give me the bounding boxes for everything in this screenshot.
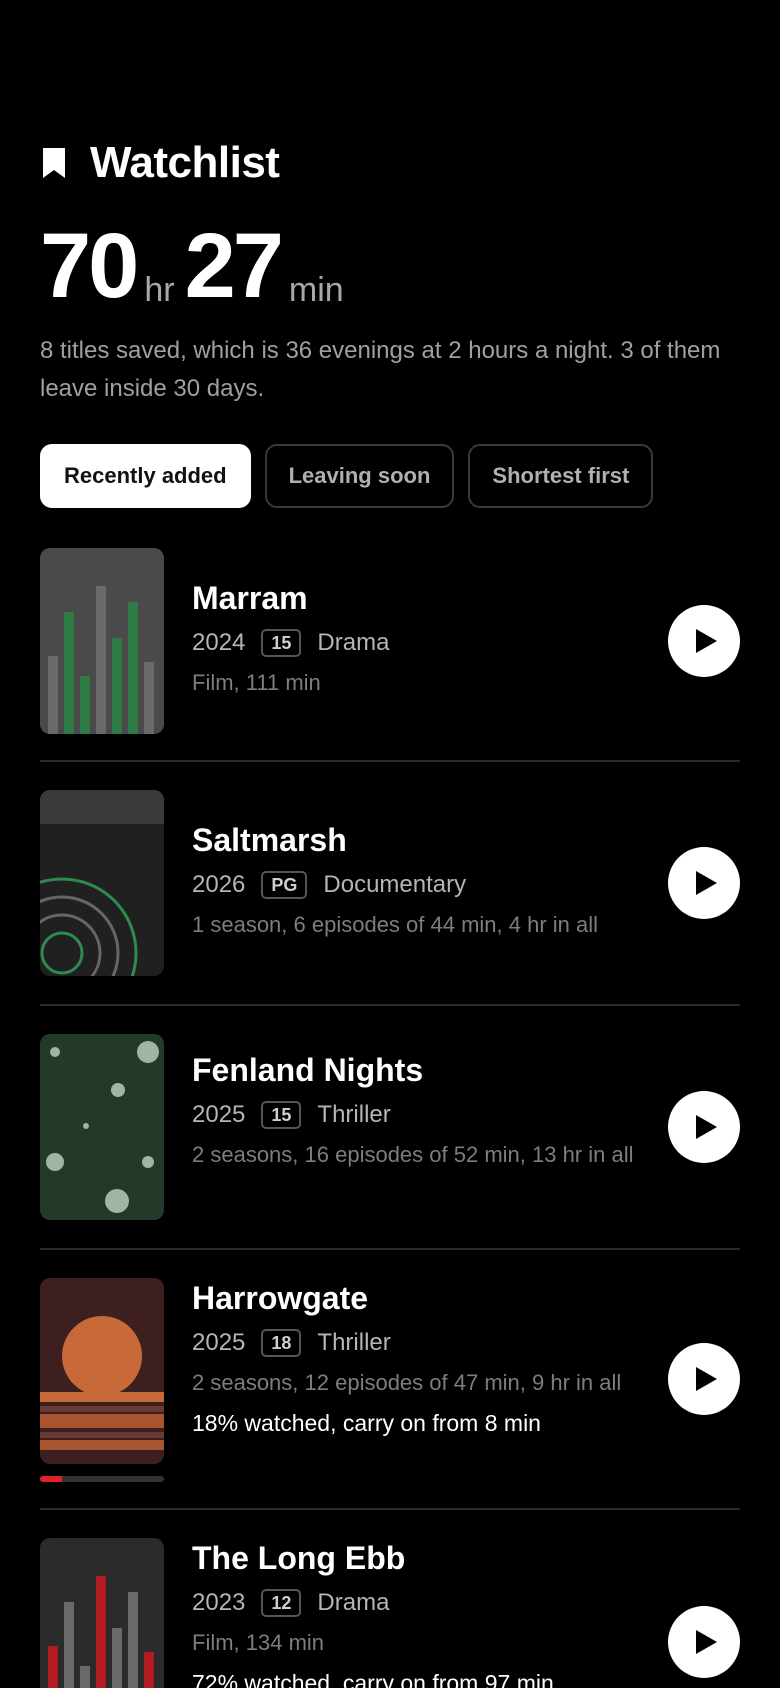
- filter-recently-added[interactable]: Recently added: [40, 444, 251, 508]
- watch-progress-bar: [40, 1476, 164, 1482]
- item-info: Fenland Nights 2025 15 Thriller 2 season…: [192, 1050, 642, 1172]
- item-detail: Film, 111 min: [192, 670, 321, 695]
- item-year: 2023: [192, 1589, 246, 1616]
- watchlist-page: Watchlist 70 hr 27 min 8 titles saved, w…: [0, 0, 780, 1688]
- item-year: 2025: [192, 1101, 246, 1128]
- play-icon: [696, 871, 717, 895]
- item-title: Harrowgate: [192, 1280, 369, 1316]
- page-title: Watchlist: [90, 138, 280, 187]
- item-genre: Documentary: [323, 871, 467, 898]
- item-info: Saltmarsh 2026 PG Documentary 1 season, …: [192, 820, 642, 942]
- item-detail: Film, 134 min: [192, 1630, 325, 1655]
- poster-the-long-ebb: [40, 1538, 164, 1688]
- item-genre: Drama: [317, 1589, 390, 1616]
- item-meta: 2025 18 Thriller: [192, 1326, 642, 1360]
- item-info: Harrowgate 2025 18 Thriller 2 seasons, 1…: [192, 1278, 642, 1440]
- watch-progress-text: 72% watched, carry on from 97 min: [192, 1670, 554, 1688]
- filter-leaving-soon[interactable]: Leaving soon: [264, 444, 455, 508]
- list-item[interactable]: Fenland Nights 2025 15 Thriller 2 season…: [40, 1006, 740, 1250]
- item-info: The Long Ebb 2023 12 Drama Film, 134 min…: [192, 1538, 642, 1688]
- play-icon: [696, 629, 717, 653]
- list-item[interactable]: Saltmarsh 2026 PG Documentary 1 season, …: [40, 762, 740, 1006]
- list-item[interactable]: Marram 2024 15 Drama Film, 111 min: [40, 548, 740, 762]
- item-meta: 2026 PG Documentary: [192, 868, 642, 902]
- poster-fenland-nights: [40, 1034, 164, 1220]
- item-meta: 2023 12 Drama: [192, 1586, 642, 1620]
- play-button[interactable]: [668, 605, 740, 677]
- play-button[interactable]: [668, 1091, 740, 1163]
- play-button[interactable]: [668, 1343, 740, 1415]
- watch-progress-text: 18% watched, carry on from 8 min: [192, 1410, 541, 1436]
- item-year: 2025: [192, 1329, 246, 1356]
- age-rating-badge: 15: [261, 1101, 302, 1129]
- age-rating-badge: PG: [261, 871, 308, 899]
- item-detail: 2 seasons, 12 episodes of 47 min, 9 hr i…: [192, 1370, 622, 1395]
- list-item[interactable]: The Long Ebb 2023 12 Drama Film, 134 min…: [40, 1510, 740, 1688]
- poster-harrowgate: [40, 1278, 164, 1464]
- play-button[interactable]: [668, 847, 740, 919]
- total-runtime: 70 hr 27 min: [40, 215, 354, 317]
- watchlist-summary: 8 titles saved, which is 36 evenings at …: [40, 337, 721, 402]
- poster-saltmarsh: [40, 790, 164, 976]
- runtime-hours: 70: [40, 215, 139, 317]
- age-rating-badge: 15: [261, 629, 302, 657]
- item-info: Marram 2024 15 Drama Film, 111 min: [192, 578, 642, 700]
- item-meta: 2024 15 Drama: [192, 626, 642, 660]
- runtime-minutes-unit: min: [288, 271, 344, 309]
- page-header: Watchlist: [40, 138, 280, 188]
- age-rating-badge: 18: [261, 1329, 302, 1357]
- poster-marram: [40, 548, 164, 734]
- item-meta: 2025 15 Thriller: [192, 1098, 642, 1132]
- watchlist: Marram 2024 15 Drama Film, 111 min Saltm…: [40, 548, 740, 1688]
- age-rating-badge: 12: [261, 1589, 302, 1617]
- item-title: Marram: [192, 580, 308, 616]
- bookmark-icon: [43, 148, 65, 178]
- item-detail: 2 seasons, 16 episodes of 52 min, 13 hr …: [192, 1142, 634, 1167]
- watch-progress-fill: [40, 1476, 63, 1482]
- runtime-minutes: 27: [184, 215, 284, 317]
- play-icon: [696, 1115, 717, 1139]
- filter-chips: Recently added Leaving soon Shortest fir…: [40, 444, 654, 508]
- filter-shortest-first[interactable]: Shortest first: [468, 444, 654, 508]
- list-item[interactable]: Harrowgate 2025 18 Thriller 2 seasons, 1…: [40, 1250, 740, 1510]
- play-button[interactable]: [668, 1606, 740, 1678]
- play-icon: [696, 1367, 717, 1391]
- play-icon: [696, 1630, 717, 1654]
- item-title: The Long Ebb: [192, 1540, 406, 1576]
- item-genre: Drama: [317, 629, 390, 656]
- item-title: Fenland Nights: [192, 1052, 424, 1088]
- item-year: 2026: [192, 871, 246, 898]
- item-genre: Thriller: [317, 1101, 391, 1128]
- runtime-hours-unit: hr: [144, 271, 175, 309]
- item-year: 2024: [192, 629, 246, 656]
- item-genre: Thriller: [317, 1329, 391, 1356]
- item-title: Saltmarsh: [192, 822, 347, 858]
- item-detail: 1 season, 6 episodes of 44 min, 4 hr in …: [192, 912, 599, 937]
